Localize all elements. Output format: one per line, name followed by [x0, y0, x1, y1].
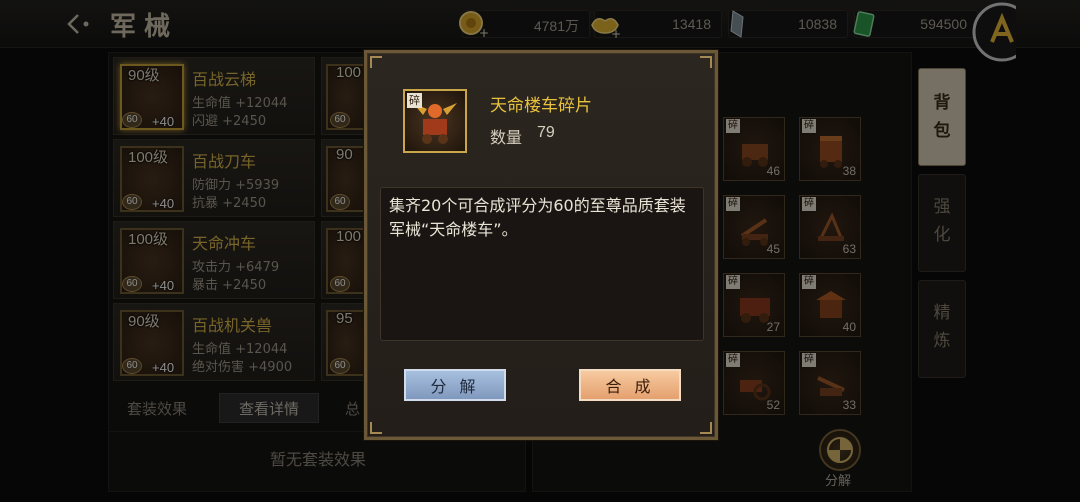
fragment-detail-dialog: 碎 天命楼车碎片 数量 79 集齐20个可合成评分为60的至尊品质套装军械“天命… — [364, 50, 718, 440]
description-box: 集齐20个可合成评分为60的至尊品质套装军械“天命楼车”。 — [380, 187, 704, 341]
frame-corner — [370, 56, 382, 68]
item-description: 集齐20个可合成评分为60的至尊品质套装军械“天命楼车”。 — [389, 196, 686, 239]
frame-corner — [700, 422, 712, 434]
quantity-value: 79 — [537, 124, 555, 141]
item-icon: 碎 — [403, 89, 467, 153]
fragment-tag: 碎 — [407, 93, 422, 108]
quantity-label: 数量 — [490, 128, 523, 147]
item-name: 天命楼车碎片 — [490, 96, 592, 116]
frame-corner — [370, 422, 382, 434]
synthesize-button[interactable]: 合 成 — [579, 369, 681, 401]
frame-corner — [700, 56, 712, 68]
decompose-button[interactable]: 分 解 — [404, 369, 506, 401]
